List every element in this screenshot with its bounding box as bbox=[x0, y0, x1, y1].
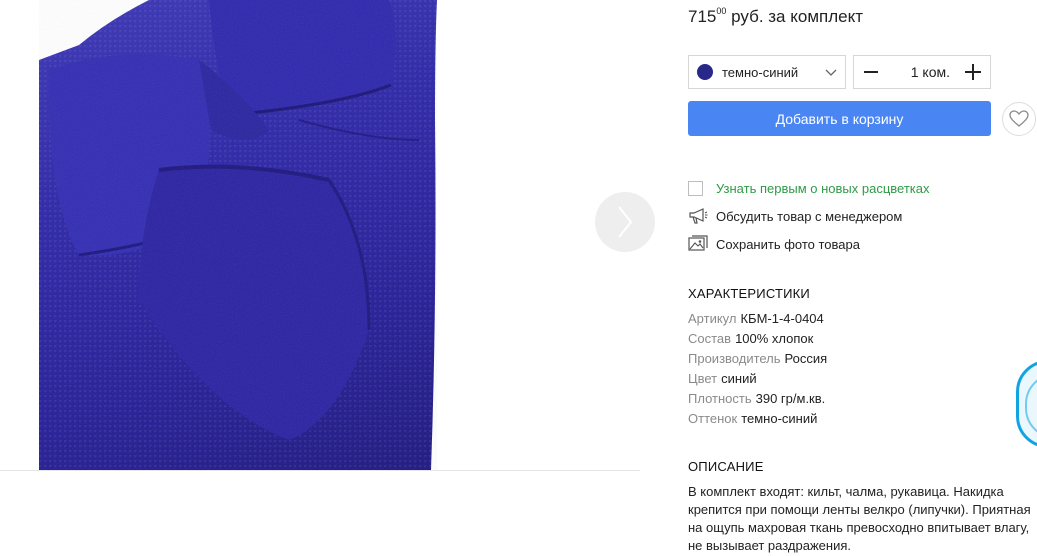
spec-key: Цвет bbox=[688, 371, 718, 386]
price: 71500 руб. за комплект bbox=[688, 6, 863, 27]
spec-key: Состав bbox=[688, 331, 732, 346]
color-swatch bbox=[697, 64, 713, 80]
add-to-cart-button[interactable]: Добавить в корзину bbox=[688, 101, 991, 136]
spec-row: Плотность 390 гр/м.кв. bbox=[688, 391, 825, 406]
spec-key: Производитель bbox=[688, 351, 781, 366]
minus-icon bbox=[864, 71, 878, 73]
quantity-increase-button[interactable] bbox=[956, 56, 990, 88]
description-text: В комплект входят: кильт, чалма, рукавиц… bbox=[688, 484, 1031, 553]
specs-title: ХАРАКТЕРИСТИКИ bbox=[688, 286, 810, 301]
discuss-with-manager[interactable]: Обсудить товар с менеджером bbox=[688, 206, 902, 226]
towel-illustration bbox=[39, 0, 437, 470]
megaphone-icon bbox=[689, 208, 708, 224]
spec-value: 390 гр/м.кв. bbox=[755, 391, 826, 406]
quantity-input[interactable] bbox=[890, 57, 954, 87]
spec-key: Оттенок bbox=[688, 411, 738, 426]
spec-row: Цвет синий bbox=[688, 371, 757, 386]
save-photo-label: Сохранить фото товара bbox=[716, 236, 860, 252]
spec-row: Состав 100% хлопок bbox=[688, 331, 813, 346]
spec-value: темно-синий bbox=[741, 411, 818, 426]
image-icon bbox=[688, 235, 708, 251]
color-select-value: темно-синий bbox=[722, 65, 799, 80]
notify-new-colors[interactable]: Узнать первым о новых расцветках bbox=[688, 178, 929, 198]
wishlist-button[interactable] bbox=[1002, 102, 1036, 136]
spec-row: Производитель Россия bbox=[688, 351, 827, 366]
spec-value: Россия bbox=[784, 351, 828, 366]
chevron-down-icon bbox=[825, 69, 837, 76]
chevron-right-icon bbox=[618, 206, 633, 238]
description-title: ОПИСАНИЕ bbox=[688, 459, 764, 474]
price-cents: 00 bbox=[716, 6, 727, 16]
spec-value: 100% хлопок bbox=[735, 331, 814, 346]
chat-widget-button[interactable] bbox=[1016, 360, 1037, 448]
product-photo bbox=[39, 0, 437, 470]
quantity-stepper bbox=[853, 55, 991, 89]
quantity-decrease-button[interactable] bbox=[854, 56, 888, 88]
price-suffix: руб. за комплект bbox=[731, 7, 863, 26]
notify-label: Узнать первым о новых расцветках bbox=[716, 180, 930, 196]
spec-key: Артикул bbox=[688, 311, 737, 326]
color-select[interactable]: темно-синий bbox=[688, 55, 846, 89]
spec-value: синий bbox=[721, 371, 757, 386]
image-divider bbox=[0, 470, 640, 471]
spec-row: Оттенок темно-синий bbox=[688, 411, 817, 426]
gallery-next-button[interactable] bbox=[595, 192, 655, 252]
heart-icon bbox=[1009, 110, 1029, 127]
plus-icon bbox=[965, 64, 981, 80]
price-main: 715 bbox=[688, 7, 717, 26]
discuss-label: Обсудить товар с менеджером bbox=[716, 208, 903, 224]
save-product-photo[interactable]: Сохранить фото товара bbox=[688, 234, 860, 254]
spec-row: Артикул КБМ-1-4-0404 bbox=[688, 311, 824, 326]
spec-value: КБМ-1-4-0404 bbox=[740, 311, 824, 326]
spec-key: Плотность bbox=[688, 391, 752, 406]
notify-checkbox[interactable] bbox=[688, 180, 703, 196]
